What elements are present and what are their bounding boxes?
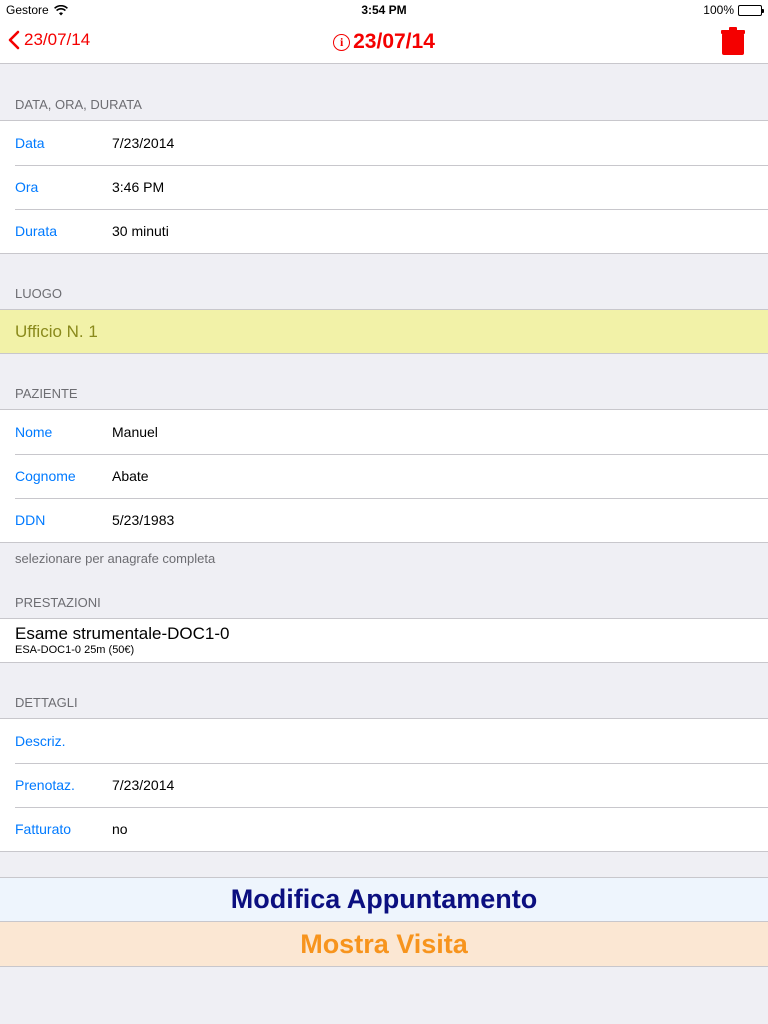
row-duration[interactable]: Durata 30 minuti (0, 209, 768, 253)
trash-icon[interactable] (720, 26, 746, 56)
place-group: Ufficio N. 1 (0, 309, 768, 354)
row-label: Prenotaz. (15, 777, 75, 793)
row-label: Durata (15, 223, 58, 239)
patient-group: Nome Manuel Cognome Abate DDN 5/23/1983 (0, 409, 768, 543)
clock: 3:54 PM (361, 3, 407, 17)
action-buttons: Modifica Appuntamento Mostra Visita (0, 877, 768, 967)
battery-percent: 100% (703, 3, 734, 17)
row-label: Descriz. (15, 733, 66, 749)
page-title[interactable]: i 23/07/14 (0, 30, 768, 54)
battery: 100% (703, 3, 764, 17)
row-date[interactable]: Data 7/23/2014 (0, 121, 768, 165)
info-icon: i (333, 33, 351, 51)
row-value: 5/23/1983 (112, 512, 175, 528)
show-visit-button[interactable]: Mostra Visita (0, 922, 768, 966)
row-label: DDN (15, 512, 46, 528)
patient-footer-hint: selezionare per anagrafe completa (15, 551, 216, 566)
services-group: Esame strumentale-DOC1-0 ESA-DOC1-0 25m … (0, 618, 768, 663)
row-label: Cognome (15, 468, 76, 484)
page-title-text: 23/07/14 (353, 30, 435, 53)
status-bar: Gestore 3:54 PM 100% (0, 0, 768, 20)
section-header-patient: PAZIENTE (15, 386, 78, 401)
details-group: Descriz. Prenotaz. 7/23/2014 Fatturato n… (0, 718, 768, 852)
row-description[interactable]: Descriz. (0, 719, 768, 763)
row-time[interactable]: Ora 3:46 PM (0, 165, 768, 209)
navigation-bar: 23/07/14 i 23/07/14 (0, 20, 768, 64)
row-value: 7/23/2014 (112, 777, 175, 793)
form-content: DATA, ORA, DURATA Data 7/23/2014 Ora 3:4… (0, 65, 768, 852)
battery-icon (738, 4, 764, 16)
row-invoiced[interactable]: Fatturato no (0, 807, 768, 851)
row-label: Fatturato (15, 821, 72, 837)
row-value: Manuel (112, 424, 158, 440)
row-last-name[interactable]: Cognome Abate (0, 454, 768, 498)
row-value: 7/23/2014 (112, 135, 175, 151)
place-row[interactable]: Ufficio N. 1 (0, 310, 768, 353)
service-title: Esame strumentale-DOC1-0 (15, 624, 230, 643)
service-subtitle: ESA-DOC1-0 25m (50€) (15, 644, 135, 656)
row-label: Data (15, 135, 45, 151)
row-label: Ora (15, 179, 39, 195)
row-label: Nome (15, 424, 53, 440)
edit-appointment-button[interactable]: Modifica Appuntamento (0, 878, 768, 922)
section-header-place: LUOGO (15, 286, 62, 301)
date-time-group: Data 7/23/2014 Ora 3:46 PM Durata 30 min… (0, 120, 768, 254)
section-header-date-time: DATA, ORA, DURATA (15, 97, 142, 112)
row-birth-date[interactable]: DDN 5/23/1983 (0, 498, 768, 542)
service-item[interactable]: Esame strumentale-DOC1-0 ESA-DOC1-0 25m … (0, 619, 768, 662)
row-value: no (112, 821, 128, 837)
row-value: 30 minuti (112, 223, 169, 239)
row-booking[interactable]: Prenotaz. 7/23/2014 (0, 763, 768, 807)
row-value: 3:46 PM (112, 179, 165, 195)
row-first-name[interactable]: Nome Manuel (0, 410, 768, 454)
section-header-services: PRESTAZIONI (15, 595, 101, 610)
row-value: Abate (112, 468, 149, 484)
section-header-details: DETTAGLI (15, 695, 78, 710)
